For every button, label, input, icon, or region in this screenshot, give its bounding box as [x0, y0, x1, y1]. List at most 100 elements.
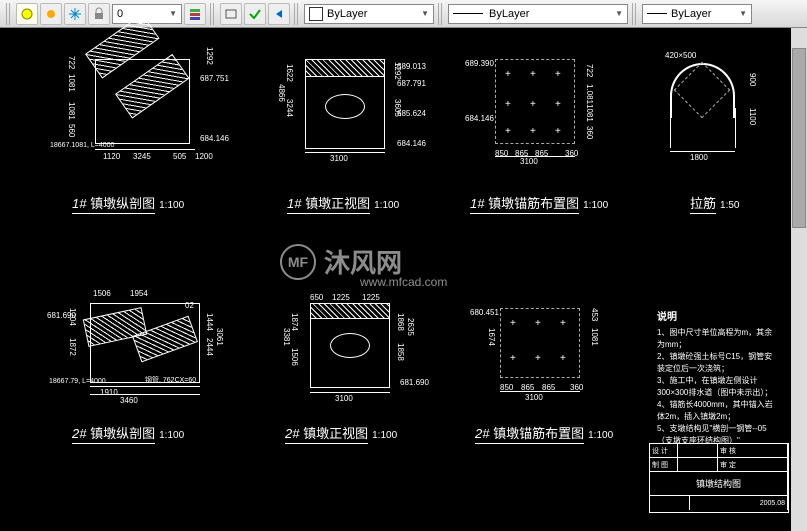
linetype-dropdown[interactable]: ByLayer ▼	[448, 4, 628, 24]
notes-header: 说明	[657, 310, 777, 325]
separator	[632, 3, 638, 25]
dim: 3100	[525, 393, 543, 402]
anchor-point: +	[530, 99, 536, 110]
dim: 2635	[406, 318, 415, 336]
anchor-point: +	[555, 69, 561, 80]
anchor-point: +	[560, 353, 566, 364]
anchor-point: +	[560, 318, 566, 329]
title-1-front: 1# 镇墩正视图1:100	[287, 193, 399, 212]
drawing-1-anchor-layout: + + + + + + + + + 850 865 865 360 3100 7…	[470, 44, 615, 164]
dim: 02	[185, 301, 194, 310]
drawing-title: 镇墩结构图	[650, 472, 788, 495]
title-block: 设 计 审 核 制 图 审 定 镇墩结构图 2005.08	[649, 443, 789, 513]
stirrup-leg	[670, 108, 671, 148]
freeze-icon[interactable]	[64, 3, 86, 25]
lineweight-dropdown[interactable]: ByLayer ▼	[642, 4, 752, 24]
title-1-section: 1# 镇墩纵剖图1:100	[72, 193, 184, 212]
dim: 3061	[215, 328, 224, 346]
dim-line	[495, 156, 575, 157]
dim: 722	[585, 64, 594, 77]
elev: 687.791	[397, 79, 426, 88]
pipe-label: 钢管, 762CX=60	[145, 375, 196, 385]
dim: 1622	[285, 64, 294, 82]
dim: 1081	[590, 328, 599, 346]
dim: 1292	[205, 47, 214, 65]
sun-icon[interactable]	[40, 3, 62, 25]
elev: 680.451	[470, 308, 499, 317]
stirrup-leg	[735, 108, 736, 148]
dim: 4866	[277, 84, 286, 102]
anchor-point: +	[535, 353, 541, 364]
dim: 722	[67, 56, 76, 69]
layer-states-icon[interactable]	[220, 3, 242, 25]
anchor-point: +	[555, 99, 561, 110]
dim: 3381	[282, 328, 291, 346]
dim: 1100	[748, 108, 757, 125]
tb-value	[650, 496, 690, 510]
tb-label: 审 核	[718, 444, 788, 457]
dim: 1200	[195, 152, 213, 161]
watermark: MF 沐风网 www.mfcad.com	[280, 243, 402, 280]
elev: 689.390	[465, 59, 494, 68]
dim: 1874	[290, 313, 299, 331]
color-dropdown[interactable]: ByLayer ▼	[304, 4, 434, 24]
vertical-scrollbar[interactable]	[791, 28, 807, 531]
anchor-point: +	[505, 126, 511, 137]
chevron-down-icon: ▼	[169, 9, 177, 18]
dim-line	[305, 152, 385, 153]
title-2-anchor: 2# 镇墩锚筋布置图1:100	[475, 423, 613, 442]
dim: 420×500	[665, 51, 696, 60]
drawing-2-anchor-layout: + + + + + + 850 865 865 360 3100 1674 10…	[475, 293, 620, 403]
dim: 650	[310, 293, 323, 302]
layer-tool-icon[interactable]	[16, 3, 38, 25]
anchor-point: +	[530, 126, 536, 137]
dim-line	[95, 149, 195, 150]
layer-previous-icon[interactable]	[268, 3, 290, 25]
elev: 684.146	[465, 114, 494, 123]
drawing-stirrup: 1800 1100 900 420×500	[650, 48, 770, 163]
make-current-icon[interactable]	[244, 3, 266, 25]
dim: 1674	[487, 328, 496, 346]
dim: 360	[585, 126, 594, 139]
hatch-top	[310, 303, 390, 319]
elev: 687.751	[200, 74, 229, 83]
watermark-logo-icon: MF	[280, 244, 316, 280]
title-2-front: 2# 镇墩正视图1:100	[285, 423, 397, 442]
anchor-point: +	[510, 353, 516, 364]
lineweight-preview	[647, 13, 667, 14]
dim-line	[500, 391, 580, 392]
drawing-1-longitudinal-section: 1120 3245 505 1200 1081 1081 722 560 129…	[55, 44, 225, 164]
note-item: 4、锚筋长4000mm，其中锚入岩体2m，插入镇墩2m；	[657, 399, 777, 423]
lock-icon[interactable]	[88, 3, 110, 25]
linetype-preview	[453, 13, 483, 14]
dim: 1954	[130, 289, 148, 298]
note-item: 2、镇墩砼强土标号C15，钢管安装定位后一次浇筑；	[657, 351, 777, 375]
elev: 684.146	[397, 139, 426, 148]
separator	[294, 3, 300, 25]
dim: 1868	[396, 313, 405, 331]
dim-line	[310, 392, 390, 393]
dim: 3100	[330, 154, 348, 163]
drawing-notes: 说明 1、图中尺寸单位高程为m，其余为mm； 2、镇墩砼强土标号C15，钢管安装…	[657, 310, 777, 447]
watermark-url: www.mfcad.com	[360, 275, 447, 289]
anchor-label: 18667.1081, L=4000	[50, 142, 114, 149]
dim: 3244	[285, 99, 294, 117]
pipe-opening	[325, 94, 365, 119]
layer-manager-icon[interactable]	[184, 3, 206, 25]
title-1-anchor: 1# 镇墩锚筋布置图1:100	[470, 193, 608, 212]
tb-date: 2005.08	[690, 496, 788, 510]
drawing-2-front-view: 650 1225 1225 3100 1874 1506 1868 1858 2…	[280, 288, 430, 403]
title-2-section: 2# 镇墩纵剖图1:100	[72, 423, 184, 442]
dim: 505	[173, 152, 186, 161]
dim: 1081	[67, 102, 76, 120]
scroll-thumb[interactable]	[792, 48, 806, 228]
model-space-canvas[interactable]: 1120 3245 505 1200 1081 1081 722 560 129…	[0, 28, 807, 531]
tb-value	[678, 458, 718, 471]
hatch-top	[305, 59, 385, 77]
separator	[438, 3, 444, 25]
tb-label: 审 定	[718, 458, 788, 471]
grip	[6, 3, 12, 25]
pipe-opening	[330, 333, 370, 358]
chevron-down-icon: ▼	[421, 9, 429, 18]
drawing-1-front-view: 3100 1622 3244 4866 1292 3605 689.013 68…	[275, 44, 425, 164]
